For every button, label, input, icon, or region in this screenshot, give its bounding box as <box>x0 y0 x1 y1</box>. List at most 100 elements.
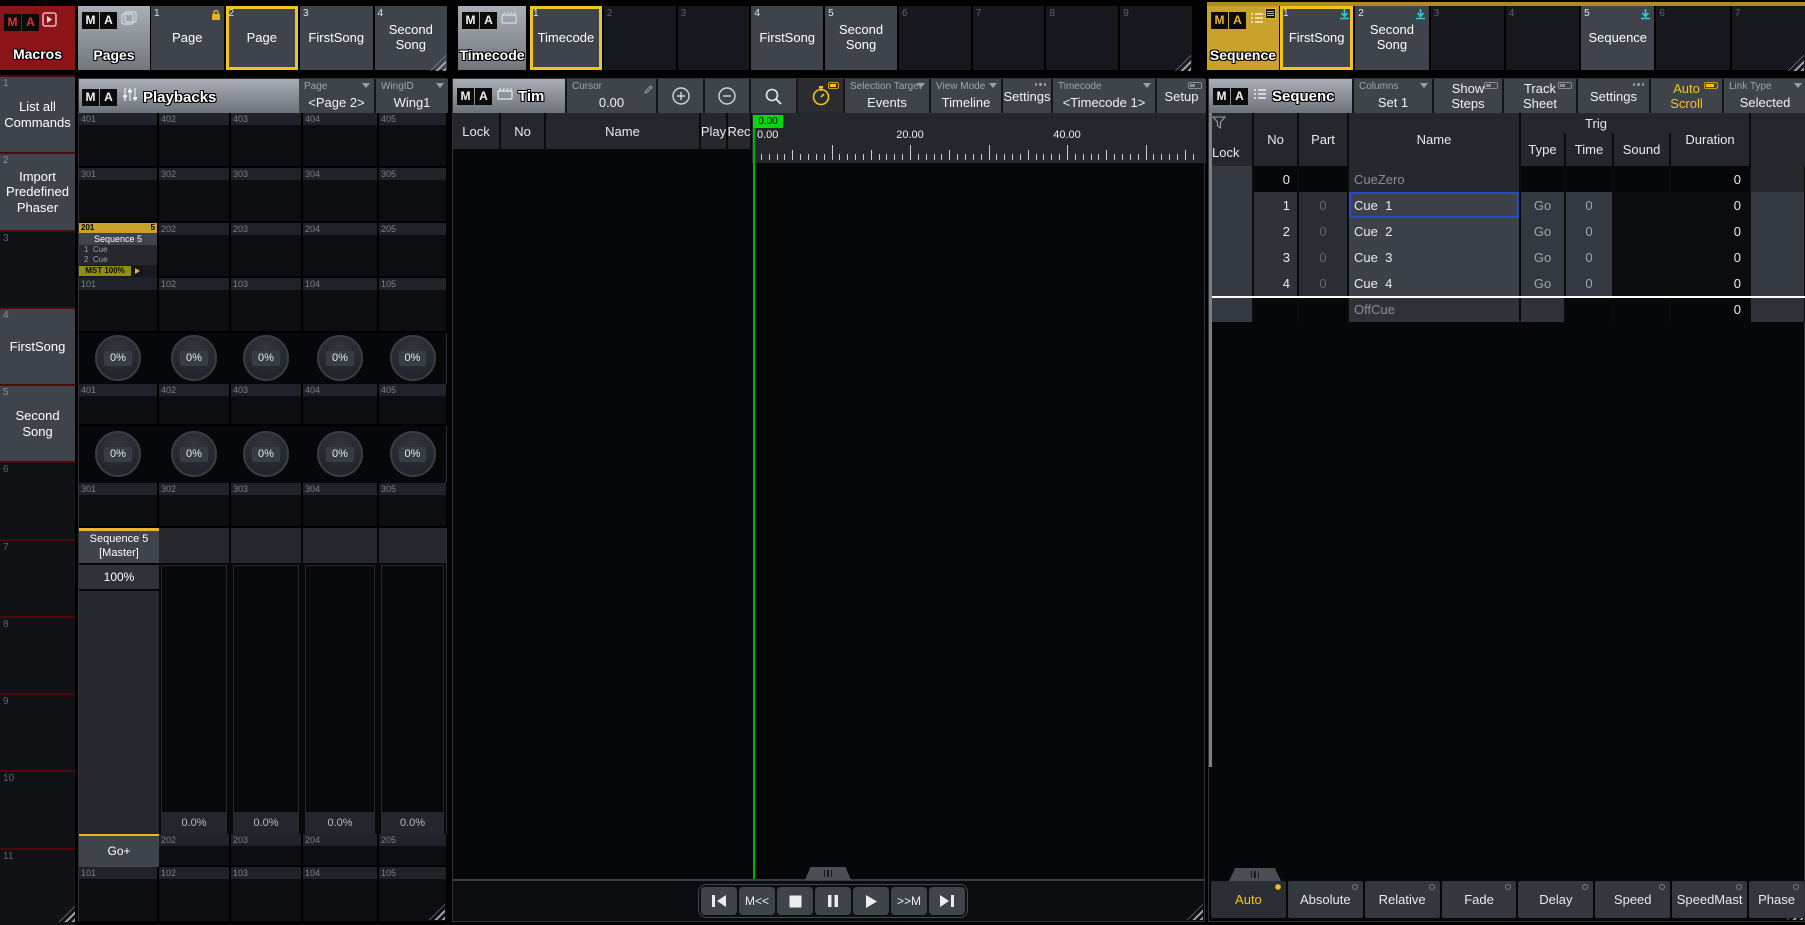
cue-cell-part[interactable]: 0 <box>1299 218 1349 244</box>
cue-row-offcue[interactable]: OffCue0 <box>1209 296 1805 322</box>
transport-skip-to-end-button[interactable] <box>929 887 965 915</box>
search-icon[interactable] <box>751 79 798 113</box>
sequence-pool-cell-3[interactable]: 3 <box>1431 6 1504 70</box>
playback-knob-405[interactable]: 0% <box>390 335 436 381</box>
column-header-sound[interactable]: Sound <box>1614 133 1671 166</box>
cue-cell-duration[interactable]: 0 <box>1671 244 1751 270</box>
playback-section-305[interactable]: 305 <box>379 483 448 528</box>
cue-cell-time[interactable]: 0 <box>1566 270 1614 296</box>
timecode-selector[interactable]: Timecode <Timecode 1> <box>1053 79 1157 113</box>
timecode-window-title[interactable]: MA Tim <box>453 79 567 113</box>
cue-cell-sound[interactable] <box>1614 218 1671 244</box>
playback-button-202[interactable]: 202 <box>159 834 231 867</box>
timecode-pool-cell-6[interactable]: 6 <box>899 6 971 70</box>
playback-button-404[interactable]: 404 <box>303 113 379 168</box>
playback-button-101[interactable]: 101 <box>79 278 159 333</box>
cue-table-scrollbar[interactable] <box>1209 113 1212 767</box>
cue-cell-lock[interactable] <box>1209 296 1254 322</box>
cue-cell-extra[interactable] <box>1751 296 1805 322</box>
cue-cell-type[interactable]: Go <box>1521 218 1566 244</box>
master-fader-track[interactable] <box>79 591 159 834</box>
playback-button-105[interactable]: 105 <box>379 278 448 333</box>
cue-cell-type[interactable] <box>1521 296 1566 322</box>
column-header-lock[interactable]: Lock <box>1209 113 1254 166</box>
timecode-pool-cell-4[interactable]: 4FirstSong <box>751 6 823 70</box>
playback-executor-201[interactable]: 2015 Sequence 5 1 Cue 2 Cue MST 100% <box>79 223 159 278</box>
transport-rewind-button[interactable]: M<< <box>739 887 775 915</box>
macro-item-3[interactable]: 3 <box>0 230 75 307</box>
cue-cell-part[interactable] <box>1299 166 1349 192</box>
cue-cell-sound[interactable] <box>1614 270 1671 296</box>
cue-cell-name[interactable]: Cue 1 <box>1349 192 1521 218</box>
cue-cell-lock[interactable] <box>1209 218 1254 244</box>
sequence-pool-cell-1[interactable]: 1FirstSong <box>1280 6 1353 70</box>
playback-knob-403[interactable]: 0% <box>243 335 289 381</box>
setup-button[interactable]: Setup <box>1157 79 1206 113</box>
playback-button-202[interactable]: 202 <box>159 223 231 278</box>
column-header-type[interactable]: Type <box>1521 133 1566 166</box>
cue-cell-extra[interactable] <box>1751 270 1805 296</box>
encoder-relative[interactable]: Relative <box>1365 881 1440 918</box>
pages-pool-cell-1[interactable]: 1Page <box>151 6 224 70</box>
playback-section-401[interactable]: 401 <box>79 384 159 426</box>
cue-cell-sound[interactable] <box>1614 244 1671 270</box>
cue-cell-name[interactable]: CueZero <box>1349 166 1521 192</box>
cue-cell-lock[interactable] <box>1209 192 1254 218</box>
cue-cell-sound[interactable] <box>1614 296 1671 322</box>
playback-button-302[interactable]: 302 <box>159 168 231 223</box>
sequence-pool-cell-4[interactable]: 4 <box>1506 6 1579 70</box>
fader-track[interactable] <box>233 565 299 813</box>
column-header-part[interactable]: Part <box>1299 113 1349 166</box>
transport-forward-button[interactable]: >>M <box>891 887 927 915</box>
transport-pause-button[interactable] <box>815 887 851 915</box>
zoom-in-button[interactable] <box>658 79 705 113</box>
master-fader-header[interactable]: Sequence 5[Master] <box>79 528 159 563</box>
playback-section-301[interactable]: 301 <box>79 483 159 528</box>
cue-cell-sound[interactable] <box>1614 166 1671 192</box>
selection-target-selector[interactable]: Selection Target Events <box>845 79 931 113</box>
column-header-time[interactable]: Time <box>1566 133 1614 166</box>
sequence-pool-cell-7[interactable]: 7 <box>1732 6 1805 70</box>
playback-button-303[interactable]: 303 <box>231 168 303 223</box>
link-type-selector[interactable]: Link Type Selected <box>1724 79 1805 113</box>
show-steps-toggle[interactable]: Show Steps <box>1434 79 1504 113</box>
cue-cell-no[interactable]: 4 <box>1254 270 1299 296</box>
macro-item-1[interactable]: 1List all Commands <box>0 75 75 152</box>
playhead-line[interactable] <box>753 128 755 879</box>
macros-pool-title[interactable]: MA Macros <box>0 6 75 70</box>
cue-cell-type[interactable] <box>1521 166 1566 192</box>
zoom-out-button[interactable] <box>705 79 751 113</box>
playback-button-102[interactable]: 102 <box>159 867 231 923</box>
playback-knob-304[interactable]: 0% <box>317 431 363 477</box>
transport-play-button[interactable] <box>853 887 889 915</box>
sequence-pool-cell-5[interactable]: 5Sequence <box>1581 6 1654 70</box>
fader-track[interactable] <box>161 565 227 813</box>
playback-section-302[interactable]: 302 <box>159 483 231 528</box>
track-sheet-toggle[interactable]: Track Sheet <box>1504 79 1578 113</box>
column-header-no[interactable]: No <box>1254 113 1299 166</box>
cue-cell-name[interactable]: Cue 4 <box>1349 270 1521 296</box>
cue-row-4[interactable]: 40Cue 4Go00 <box>1209 270 1805 296</box>
playback-knob-302[interactable]: 0% <box>171 431 217 477</box>
encoder-fade[interactable]: Fade <box>1442 881 1517 918</box>
cue-cell-extra[interactable] <box>1751 166 1805 192</box>
playback-button-405[interactable]: 405 <box>379 113 448 168</box>
macro-item-9[interactable]: 9 <box>0 693 75 770</box>
playback-section-405[interactable]: 405 <box>379 384 448 426</box>
cue-cell-duration[interactable]: 0 <box>1671 270 1751 296</box>
playback-section-402[interactable]: 402 <box>159 384 231 426</box>
playback-button-203[interactable]: 203 <box>231 834 303 867</box>
cue-cell-name[interactable]: Cue 3 <box>1349 244 1521 270</box>
cue-cell-no[interactable]: 0 <box>1254 166 1299 192</box>
playback-button-205[interactable]: 205 <box>379 223 448 278</box>
wing-selector[interactable]: WingID Wing1 <box>376 79 448 113</box>
cue-cell-part[interactable]: 0 <box>1299 192 1349 218</box>
timecode-pool-title[interactable]: MA Timecode <box>458 6 526 70</box>
playback-button-203[interactable]: 203 <box>231 223 303 278</box>
drag-handle[interactable] <box>1229 868 1281 881</box>
playback-section-304[interactable]: 304 <box>303 483 379 528</box>
transport-stop-button[interactable] <box>777 887 813 915</box>
cue-cell-time[interactable]: 0 <box>1566 192 1614 218</box>
playback-section-404[interactable]: 404 <box>303 384 379 426</box>
encoder-phase[interactable]: Phase <box>1749 881 1804 918</box>
